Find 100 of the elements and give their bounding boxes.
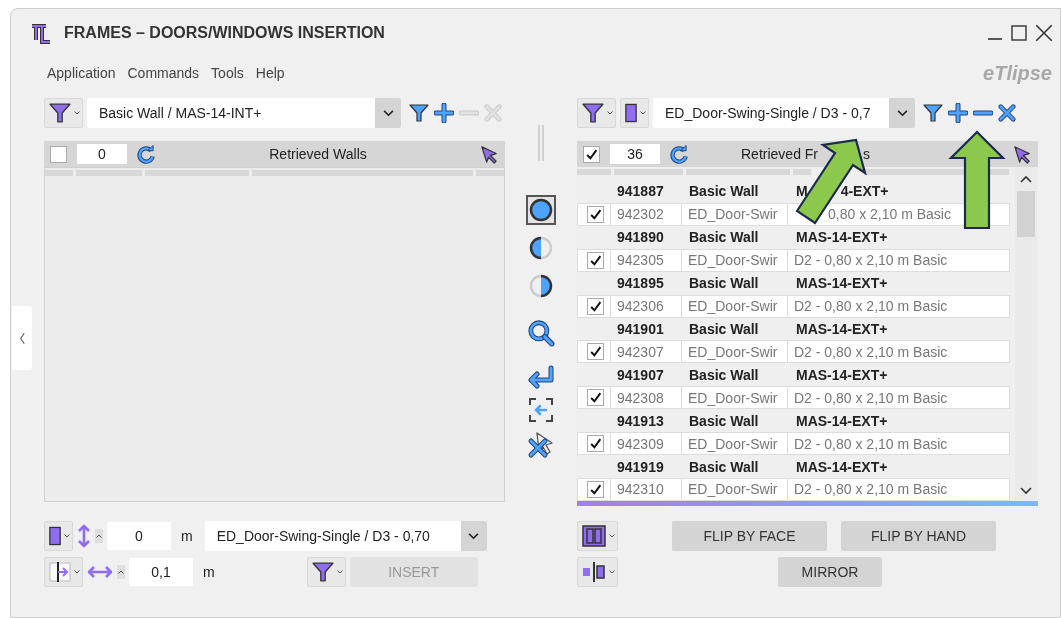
maximize-icon[interactable] <box>1010 24 1028 42</box>
minus-icon[interactable] <box>973 109 993 117</box>
table-cell: ED_Door-Swir <box>681 340 788 364</box>
return-arrow-icon[interactable] <box>527 365 555 389</box>
table-title: s <box>863 146 871 162</box>
pointer-icon[interactable] <box>480 144 499 164</box>
filter-dropdown-button[interactable] <box>44 98 83 128</box>
door-pair-dropdown-button[interactable] <box>577 521 618 551</box>
offset-input[interactable]: 0,1 <box>129 558 193 586</box>
table-cell: 942306 <box>610 294 682 318</box>
table-cell: D2 - 0,80 x 2,10 m Basic <box>794 435 948 452</box>
table-cell-text: Basic Wall <box>688 412 760 429</box>
table-cell: 942310 <box>610 478 682 501</box>
door-icon <box>625 103 637 123</box>
table-cell: MAS-14-EXT+ <box>796 412 888 429</box>
up-caret-icon[interactable] <box>95 529 103 543</box>
dropdown-field[interactable]: Basic Wall / MAS-14-INT+ <box>87 98 401 128</box>
deselect-pointer-icon[interactable] <box>527 431 555 459</box>
table-cell: 942307 <box>610 340 682 364</box>
menu-item[interactable]: Tools <box>205 65 250 81</box>
row-checkbox[interactable] <box>587 343 604 361</box>
flip-button[interactable]: FLIP BY HAND <box>841 521 996 551</box>
row-checkbox[interactable] <box>587 297 604 315</box>
row-checkbox[interactable] <box>587 251 604 269</box>
table-cell: ED_Door-Swir <box>681 432 788 456</box>
close-icon[interactable] <box>1034 23 1054 43</box>
caret-icon <box>640 111 646 115</box>
chevron-left-icon <box>18 331 26 345</box>
scroll-thumb[interactable] <box>1017 191 1035 237</box>
close-icon[interactable] <box>998 104 1016 122</box>
filter-icon <box>49 102 71 124</box>
row-checkbox[interactable] <box>587 205 604 223</box>
height-input[interactable]: 0 <box>107 522 171 550</box>
placement-mode-button[interactable] <box>526 195 556 225</box>
menu-item[interactable]: Help <box>249 65 291 81</box>
table-cell: MAS-14-EXT+ <box>796 366 888 383</box>
filter-icon <box>311 561 334 583</box>
plus-icon[interactable] <box>434 103 454 123</box>
table-cell-text: Basic Wall <box>688 321 760 337</box>
scrollbar[interactable] <box>1015 167 1037 501</box>
table-cell-text: Basic Wall <box>688 458 760 475</box>
mirror-dropdown-button[interactable] <box>577 557 618 587</box>
zoom-selection-icon[interactable] <box>528 397 554 423</box>
splitter-handle[interactable] <box>537 125 545 161</box>
filter-dropdown-button[interactable] <box>306 557 346 587</box>
row-checkbox[interactable] <box>587 480 604 498</box>
table-cell-text: 941919 <box>616 458 665 475</box>
menu-item[interactable]: Commands <box>121 65 206 81</box>
table-cell: 0,80 x 2,10 m Basic <box>828 206 951 223</box>
table-cell-text: 941901 <box>616 321 665 337</box>
dropdown-field[interactable]: ED_Door-Swing-Single / D3 - 0,70 <box>204 521 487 551</box>
up-caret-icon[interactable] <box>117 565 125 579</box>
caret-icon <box>74 570 80 574</box>
dropdown-field[interactable]: ED_Door-Swing-Single / D3 - 0,7 <box>653 98 915 128</box>
table-cell: 4-EXT+ <box>840 183 889 200</box>
alignment-dropdown-button[interactable] <box>44 557 83 587</box>
table-cell-text: Basic Wall <box>688 183 760 200</box>
pointer-icon[interactable] <box>1013 144 1032 164</box>
table-cell-text: Basic Wall <box>688 275 760 292</box>
refresh-icon[interactable] <box>670 144 689 164</box>
door-icon <box>49 526 61 546</box>
count-field: 0 <box>77 144 127 164</box>
mirror-icon <box>582 561 606 583</box>
chevron-down-icon <box>382 109 394 117</box>
select-all-checkbox[interactable] <box>583 145 600 163</box>
table-cell: 942302 <box>610 202 682 226</box>
filter-dropdown-button[interactable] <box>577 98 616 128</box>
flip-button[interactable]: FLIP BY FACE <box>672 521 827 551</box>
mirror-button[interactable]: MIRROR <box>778 557 882 587</box>
table-cell: D2 - 0,80 x 2,10 m Basic <box>794 252 948 269</box>
menu-item[interactable]: Application <box>41 65 122 81</box>
unit-label: m <box>203 564 215 580</box>
type-dropdown-button[interactable] <box>620 98 649 128</box>
row-checkbox[interactable] <box>587 435 604 453</box>
double-door-icon <box>582 525 606 547</box>
table-cell-text: Basic Wall <box>688 366 760 383</box>
scroll-down-icon[interactable] <box>1020 487 1032 495</box>
table-cell: MAS-14-EXT+ <box>796 229 888 246</box>
row-checkbox[interactable] <box>587 389 604 407</box>
table-cell: D2 - 0,80 x 2,10 m Basic <box>794 389 948 406</box>
vertical-arrows-icon <box>77 524 91 548</box>
caret-icon <box>609 534 615 538</box>
scroll-up-icon[interactable] <box>1020 175 1032 183</box>
table-cell-text: Basic Wall <box>688 229 760 246</box>
table-cell: 942305 <box>610 248 682 272</box>
refresh-icon[interactable] <box>137 144 156 164</box>
search-icon[interactable] <box>527 319 555 347</box>
caret-icon <box>74 111 80 115</box>
type-dropdown-button[interactable] <box>44 521 73 551</box>
table-cell-text: 941887 <box>616 183 665 200</box>
plus-icon[interactable] <box>948 103 968 123</box>
table-title: Retrieved Walls <box>269 146 367 162</box>
app-logo-icon <box>30 22 52 44</box>
table-cell: ED_Door-Swir <box>681 478 788 501</box>
table-cell: M <box>796 183 808 200</box>
table-cell: ED_Door-Swir <box>681 386 788 410</box>
table-cell: ED_Door-Swir <box>681 248 788 272</box>
table-cell: ED_Door-Swir <box>681 202 788 226</box>
select-all-checkbox[interactable] <box>50 145 67 163</box>
table-cell: ED_Door-Swir <box>681 294 788 318</box>
